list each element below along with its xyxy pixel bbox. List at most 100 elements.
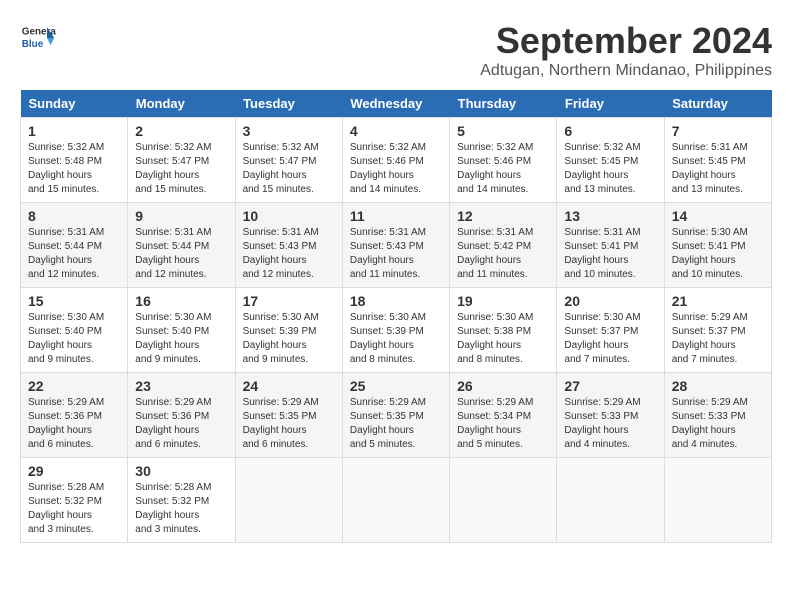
day-number: 11 — [350, 208, 442, 224]
day-info: Sunrise: 5:31 AMSunset: 5:41 PMDaylight … — [564, 227, 640, 280]
calendar-cell: 9 Sunrise: 5:31 AMSunset: 5:44 PMDayligh… — [128, 203, 235, 288]
calendar-body: 1 Sunrise: 5:32 AMSunset: 5:48 PMDayligh… — [21, 118, 772, 543]
day-number: 30 — [135, 463, 227, 479]
calendar-cell: 30 Sunrise: 5:28 AMSunset: 5:32 PMDaylig… — [128, 458, 235, 543]
calendar-cell: 4 Sunrise: 5:32 AMSunset: 5:46 PMDayligh… — [342, 118, 449, 203]
calendar-cell: 11 Sunrise: 5:31 AMSunset: 5:43 PMDaylig… — [342, 203, 449, 288]
day-info: Sunrise: 5:30 AMSunset: 5:38 PMDaylight … — [457, 312, 533, 365]
calendar-cell: 18 Sunrise: 5:30 AMSunset: 5:39 PMDaylig… — [342, 288, 449, 373]
calendar-cell: 24 Sunrise: 5:29 AMSunset: 5:35 PMDaylig… — [235, 373, 342, 458]
day-info: Sunrise: 5:32 AMSunset: 5:46 PMDaylight … — [350, 142, 426, 195]
day-number: 14 — [672, 208, 764, 224]
day-number: 28 — [672, 378, 764, 394]
day-info: Sunrise: 5:31 AMSunset: 5:43 PMDaylight … — [243, 227, 319, 280]
svg-text:Blue: Blue — [22, 39, 44, 50]
day-info: Sunrise: 5:32 AMSunset: 5:47 PMDaylight … — [243, 142, 319, 195]
day-number: 24 — [243, 378, 335, 394]
header-sunday: Sunday — [21, 90, 128, 118]
calendar-cell: 13 Sunrise: 5:31 AMSunset: 5:41 PMDaylig… — [557, 203, 664, 288]
header-monday: Monday — [128, 90, 235, 118]
day-info: Sunrise: 5:29 AMSunset: 5:33 PMDaylight … — [672, 397, 748, 450]
day-info: Sunrise: 5:30 AMSunset: 5:40 PMDaylight … — [28, 312, 104, 365]
day-number: 7 — [672, 123, 764, 139]
day-number: 13 — [564, 208, 656, 224]
day-info: Sunrise: 5:29 AMSunset: 5:33 PMDaylight … — [564, 397, 640, 450]
day-info: Sunrise: 5:29 AMSunset: 5:37 PMDaylight … — [672, 312, 748, 365]
day-info: Sunrise: 5:31 AMSunset: 5:44 PMDaylight … — [135, 227, 211, 280]
header-wednesday: Wednesday — [342, 90, 449, 118]
day-info: Sunrise: 5:31 AMSunset: 5:43 PMDaylight … — [350, 227, 426, 280]
calendar-cell: 19 Sunrise: 5:30 AMSunset: 5:38 PMDaylig… — [450, 288, 557, 373]
day-info: Sunrise: 5:32 AMSunset: 5:47 PMDaylight … — [135, 142, 211, 195]
day-number: 20 — [564, 293, 656, 309]
day-number: 5 — [457, 123, 549, 139]
calendar-cell: 23 Sunrise: 5:29 AMSunset: 5:36 PMDaylig… — [128, 373, 235, 458]
day-number: 16 — [135, 293, 227, 309]
day-number: 8 — [28, 208, 120, 224]
header-tuesday: Tuesday — [235, 90, 342, 118]
day-number: 17 — [243, 293, 335, 309]
day-number: 1 — [28, 123, 120, 139]
calendar-cell: 28 Sunrise: 5:29 AMSunset: 5:33 PMDaylig… — [664, 373, 771, 458]
calendar-week-row: 15 Sunrise: 5:30 AMSunset: 5:40 PMDaylig… — [21, 288, 772, 373]
day-info: Sunrise: 5:29 AMSunset: 5:36 PMDaylight … — [135, 397, 211, 450]
header-thursday: Thursday — [450, 90, 557, 118]
day-number: 10 — [243, 208, 335, 224]
header-friday: Friday — [557, 90, 664, 118]
month-year-title: September 2024 — [480, 20, 772, 62]
calendar-cell — [342, 458, 449, 543]
day-number: 25 — [350, 378, 442, 394]
calendar-cell: 21 Sunrise: 5:29 AMSunset: 5:37 PMDaylig… — [664, 288, 771, 373]
day-number: 6 — [564, 123, 656, 139]
title-section: September 2024 Adtugan, Northern Mindana… — [480, 20, 772, 80]
day-number: 26 — [457, 378, 549, 394]
day-number: 19 — [457, 293, 549, 309]
day-info: Sunrise: 5:32 AMSunset: 5:46 PMDaylight … — [457, 142, 533, 195]
day-number: 12 — [457, 208, 549, 224]
day-number: 27 — [564, 378, 656, 394]
calendar-week-row: 8 Sunrise: 5:31 AMSunset: 5:44 PMDayligh… — [21, 203, 772, 288]
calendar-header: Sunday Monday Tuesday Wednesday Thursday… — [21, 90, 772, 118]
calendar-cell: 6 Sunrise: 5:32 AMSunset: 5:45 PMDayligh… — [557, 118, 664, 203]
calendar-cell: 17 Sunrise: 5:30 AMSunset: 5:39 PMDaylig… — [235, 288, 342, 373]
header-saturday: Saturday — [664, 90, 771, 118]
day-info: Sunrise: 5:30 AMSunset: 5:39 PMDaylight … — [243, 312, 319, 365]
calendar-cell: 8 Sunrise: 5:31 AMSunset: 5:44 PMDayligh… — [21, 203, 128, 288]
day-number: 3 — [243, 123, 335, 139]
day-info: Sunrise: 5:29 AMSunset: 5:36 PMDaylight … — [28, 397, 104, 450]
calendar-cell: 16 Sunrise: 5:30 AMSunset: 5:40 PMDaylig… — [128, 288, 235, 373]
day-info: Sunrise: 5:30 AMSunset: 5:37 PMDaylight … — [564, 312, 640, 365]
day-number: 15 — [28, 293, 120, 309]
calendar-cell: 10 Sunrise: 5:31 AMSunset: 5:43 PMDaylig… — [235, 203, 342, 288]
calendar-cell: 7 Sunrise: 5:31 AMSunset: 5:45 PMDayligh… — [664, 118, 771, 203]
calendar-cell: 29 Sunrise: 5:28 AMSunset: 5:32 PMDaylig… — [21, 458, 128, 543]
calendar-cell: 1 Sunrise: 5:32 AMSunset: 5:48 PMDayligh… — [21, 118, 128, 203]
calendar-cell: 15 Sunrise: 5:30 AMSunset: 5:40 PMDaylig… — [21, 288, 128, 373]
day-info: Sunrise: 5:31 AMSunset: 5:45 PMDaylight … — [672, 142, 748, 195]
day-info: Sunrise: 5:30 AMSunset: 5:40 PMDaylight … — [135, 312, 211, 365]
day-info: Sunrise: 5:28 AMSunset: 5:32 PMDaylight … — [28, 482, 104, 535]
calendar-cell: 27 Sunrise: 5:29 AMSunset: 5:33 PMDaylig… — [557, 373, 664, 458]
calendar-cell — [557, 458, 664, 543]
day-info: Sunrise: 5:28 AMSunset: 5:32 PMDaylight … — [135, 482, 211, 535]
day-number: 9 — [135, 208, 227, 224]
logo-icon: General Blue — [20, 20, 56, 56]
day-info: Sunrise: 5:29 AMSunset: 5:35 PMDaylight … — [350, 397, 426, 450]
day-number: 4 — [350, 123, 442, 139]
day-info: Sunrise: 5:30 AMSunset: 5:41 PMDaylight … — [672, 227, 748, 280]
calendar-table: Sunday Monday Tuesday Wednesday Thursday… — [20, 90, 772, 543]
calendar-cell: 5 Sunrise: 5:32 AMSunset: 5:46 PMDayligh… — [450, 118, 557, 203]
calendar-cell: 20 Sunrise: 5:30 AMSunset: 5:37 PMDaylig… — [557, 288, 664, 373]
weekday-header-row: Sunday Monday Tuesday Wednesday Thursday… — [21, 90, 772, 118]
day-info: Sunrise: 5:30 AMSunset: 5:39 PMDaylight … — [350, 312, 426, 365]
calendar-cell — [235, 458, 342, 543]
calendar-week-row: 22 Sunrise: 5:29 AMSunset: 5:36 PMDaylig… — [21, 373, 772, 458]
location-subtitle: Adtugan, Northern Mindanao, Philippines — [480, 62, 772, 80]
day-number: 18 — [350, 293, 442, 309]
calendar-cell: 25 Sunrise: 5:29 AMSunset: 5:35 PMDaylig… — [342, 373, 449, 458]
calendar-cell: 12 Sunrise: 5:31 AMSunset: 5:42 PMDaylig… — [450, 203, 557, 288]
day-info: Sunrise: 5:31 AMSunset: 5:42 PMDaylight … — [457, 227, 533, 280]
calendar-cell: 3 Sunrise: 5:32 AMSunset: 5:47 PMDayligh… — [235, 118, 342, 203]
day-info: Sunrise: 5:32 AMSunset: 5:45 PMDaylight … — [564, 142, 640, 195]
calendar-cell — [450, 458, 557, 543]
